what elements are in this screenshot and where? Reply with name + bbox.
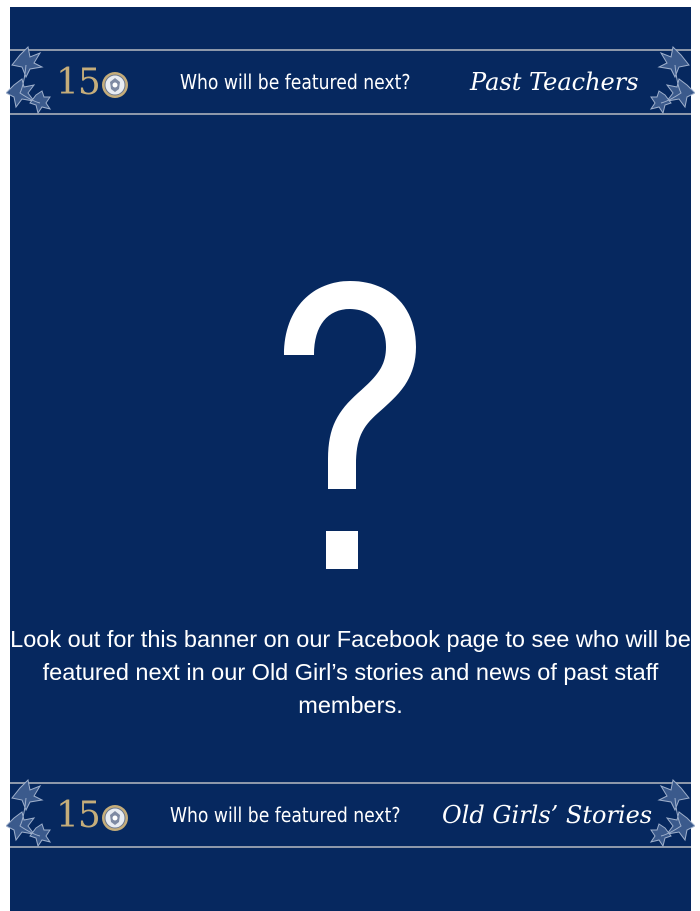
bottom-banner: 15 Who will be featured next? Old Girls’… <box>6 778 695 848</box>
announcement-text: Look out for this banner on our Facebook… <box>10 626 691 718</box>
anniversary-logo: 15 <box>56 793 129 839</box>
ivy-leaves-icon <box>649 778 695 848</box>
anniversary-logo: 15 <box>56 60 129 106</box>
banner-script-label: Past Teachers <box>470 68 639 96</box>
banner-tagline: Who will be featured next? <box>180 70 411 94</box>
top-banner: 15 Who will be featured next? Past Teach… <box>6 45 695 115</box>
question-mark-icon <box>284 281 416 569</box>
crest-seal-icon <box>101 804 128 831</box>
banner-tagline: Who will be featured next? <box>170 803 401 827</box>
ivy-leaves-icon <box>649 45 695 115</box>
poster-panel: 15 Who will be featured next? Past Teach… <box>6 7 695 911</box>
banner-script-label: Old Girls’ Stories <box>442 801 653 829</box>
logo-number: 15 <box>56 795 101 836</box>
crest-seal-icon <box>101 71 128 98</box>
logo-number: 15 <box>56 62 101 103</box>
